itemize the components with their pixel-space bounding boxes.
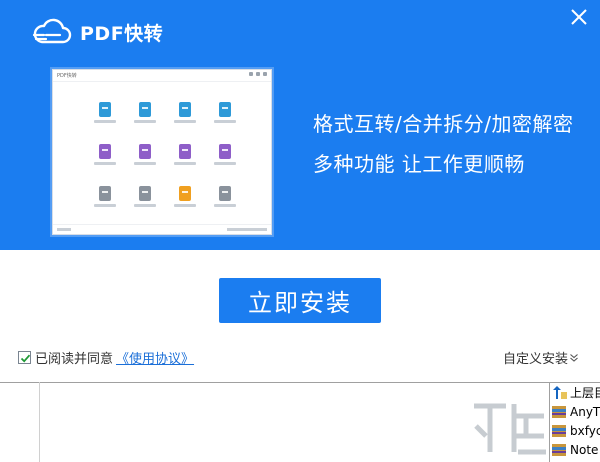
preview-tool: [205, 186, 245, 222]
preview-tool-grid: [85, 102, 245, 222]
background-left-panel: [0, 382, 40, 462]
file-item-label: bxfyc: [570, 423, 600, 438]
background-file-list: 上层目 AnyT bxfyc Note: [551, 383, 600, 459]
install-now-button[interactable]: 立即安装: [219, 278, 381, 323]
preview-tool: [165, 102, 205, 138]
cloud-logo-icon: [32, 18, 72, 44]
file-item-label: AnyT: [570, 404, 600, 419]
preview-tool: [165, 144, 205, 180]
preview-tool: [205, 102, 245, 138]
preview-footer: [53, 224, 271, 234]
double-chevron-down-icon: [570, 353, 578, 362]
preview-titlebar: PDF快转: [53, 70, 271, 82]
up-folder-icon: [553, 385, 567, 399]
preview-tool: [165, 186, 205, 222]
custom-install-button[interactable]: 自定义安装: [503, 348, 579, 367]
banner: PDF快转 PDF快转 格式互转/合并拆分/加密解密 多种功能 让工作更顺畅: [0, 0, 600, 250]
terms-of-use-link[interactable]: 《使用协议》: [116, 348, 194, 367]
agree-text: 已阅读并同意: [35, 352, 114, 367]
custom-install-label: 自定义安装: [502, 352, 568, 367]
tagline-primary: 格式互转/合并拆分/加密解密: [313, 112, 574, 136]
file-item-label: 上层目: [570, 386, 600, 400]
archive-icon: [552, 443, 566, 456]
preview-tool: [85, 102, 125, 138]
file-list-item[interactable]: Note: [551, 440, 600, 459]
preview-tool: [205, 144, 245, 180]
tagline-secondary: 多种功能 让工作更顺畅: [313, 152, 525, 176]
agree-checkbox[interactable]: [18, 351, 31, 364]
checkmark-icon: [20, 354, 31, 363]
preview-window-controls: [249, 72, 267, 76]
app-title: PDF快转: [80, 22, 164, 45]
archive-icon: [552, 424, 566, 437]
preview-title-text: PDF快转: [57, 73, 77, 79]
file-list-item[interactable]: bxfyc: [551, 421, 600, 440]
file-list-item[interactable]: AnyT: [551, 402, 600, 421]
agreement-row: 已阅读并同意 《使用协议》: [18, 348, 194, 367]
site-watermark-logo: [474, 403, 546, 455]
file-item-label: Note: [570, 442, 599, 457]
close-icon[interactable]: [568, 6, 590, 28]
installer-window: PDF快转 PDF快转 格式互转/合并拆分/加密解密 多种功能 让工作更顺畅 立…: [0, 0, 600, 382]
preview-tool: [125, 186, 165, 222]
app-logo: PDF快转: [30, 16, 163, 48]
preview-tool: [125, 144, 165, 180]
preview-tool: [85, 186, 125, 222]
file-list-item[interactable]: 上层目: [551, 383, 600, 402]
preview-tool: [125, 102, 165, 138]
app-preview-screenshot: PDF快转: [52, 69, 272, 235]
archive-icon: [552, 405, 566, 418]
preview-tool: [85, 144, 125, 180]
